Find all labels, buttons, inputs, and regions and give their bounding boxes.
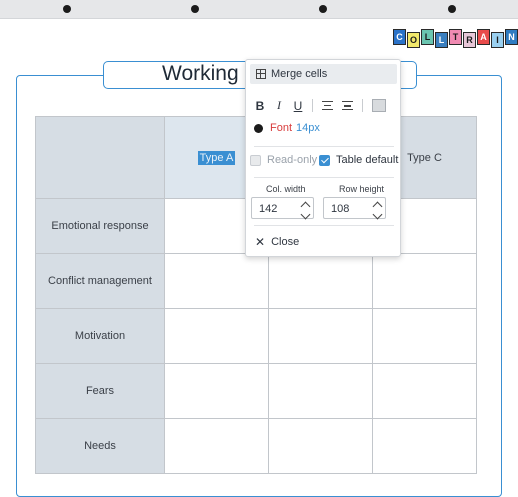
logo-letter: R [463,32,476,48]
table-row: Fears [35,363,477,419]
bold-button[interactable]: B [255,99,265,113]
row-label[interactable]: Conflict management [35,253,165,309]
font-label: Font [270,122,293,134]
row-height-label: Row height [339,184,385,194]
col-width-stepper[interactable] [251,197,314,220]
table-cell[interactable] [372,418,477,474]
divider [254,177,394,178]
col-width-label: Col. width [266,184,306,194]
table-row: Motivation [35,308,477,364]
table-cell[interactable] [268,363,373,419]
cell-color-button[interactable] [372,99,386,112]
table-cell[interactable] [164,363,269,419]
italic-button[interactable]: I [274,98,284,113]
pin-icon [319,5,327,13]
pin-icon [63,5,71,13]
table-cell[interactable] [372,253,477,309]
row-height-input[interactable] [329,199,377,219]
table-default-checkbox[interactable] [319,154,330,166]
table-cell[interactable] [268,308,373,364]
table-cell[interactable] [372,308,477,364]
app-logo: COLLTRAIN [393,29,518,48]
logo-letter: L [421,29,434,45]
pin-icon [191,5,199,13]
close-label: Close [271,236,300,248]
table-row: Conflict management [35,253,477,309]
selected-header-text: Type A [197,150,236,165]
divider [254,146,394,147]
merge-cells-button[interactable]: Merge cells [250,64,397,84]
table-cell[interactable] [372,363,477,419]
table-row: Needs [35,418,477,474]
font-setting[interactable]: Font 14px [254,122,320,134]
font-color-swatch[interactable] [254,123,263,133]
logo-letter: C [393,29,406,45]
close-button[interactable]: ✕ Close [255,235,299,249]
stepper-arrows-icon[interactable] [300,201,311,220]
logo-letter: A [477,29,490,45]
readonly-toggle[interactable]: Read-only [250,154,317,166]
logo-letter: T [449,29,462,45]
logo-letter: I [491,32,504,48]
divider [254,225,394,226]
stepper-arrows-icon[interactable] [372,201,383,220]
table-default-label: Table default [336,154,399,166]
underline-button[interactable]: U [293,99,303,113]
logo-letter: L [435,32,448,48]
worksheet-title: Working [162,62,239,85]
row-label[interactable]: Emotional response [35,198,165,254]
table-cell[interactable] [164,418,269,474]
table-cell[interactable] [164,308,269,364]
table-cell[interactable] [268,253,373,309]
align-middle-icon[interactable] [342,100,353,111]
close-icon: ✕ [255,235,266,249]
readonly-label: Read-only [267,154,318,166]
font-size-value[interactable]: 14px [296,122,320,134]
toolbar-divider [312,99,313,112]
top-ruler [0,0,518,19]
table-cell[interactable] [268,418,373,474]
row-label[interactable]: Fears [35,363,165,419]
row-height-stepper[interactable] [323,197,386,220]
logo-letter: O [407,32,420,48]
align-center-icon[interactable] [322,100,333,111]
row-label[interactable]: Needs [35,418,165,474]
readonly-checkbox[interactable] [250,154,261,166]
row-label[interactable]: Motivation [35,308,165,364]
cell-options-popup: Merge cells B I U Font 14px Read-only Ta… [245,59,401,257]
table-default-toggle[interactable]: Table default [319,154,398,166]
col-width-input[interactable] [257,199,305,219]
format-toolbar: B I U [255,98,386,113]
merge-cells-label: Merge cells [271,68,328,80]
pin-icon [448,5,456,13]
table-cell[interactable] [164,253,269,309]
logo-letter: N [505,29,518,45]
corner-cell[interactable] [35,116,165,199]
toolbar-divider [362,99,363,112]
merge-cells-icon [256,69,266,79]
